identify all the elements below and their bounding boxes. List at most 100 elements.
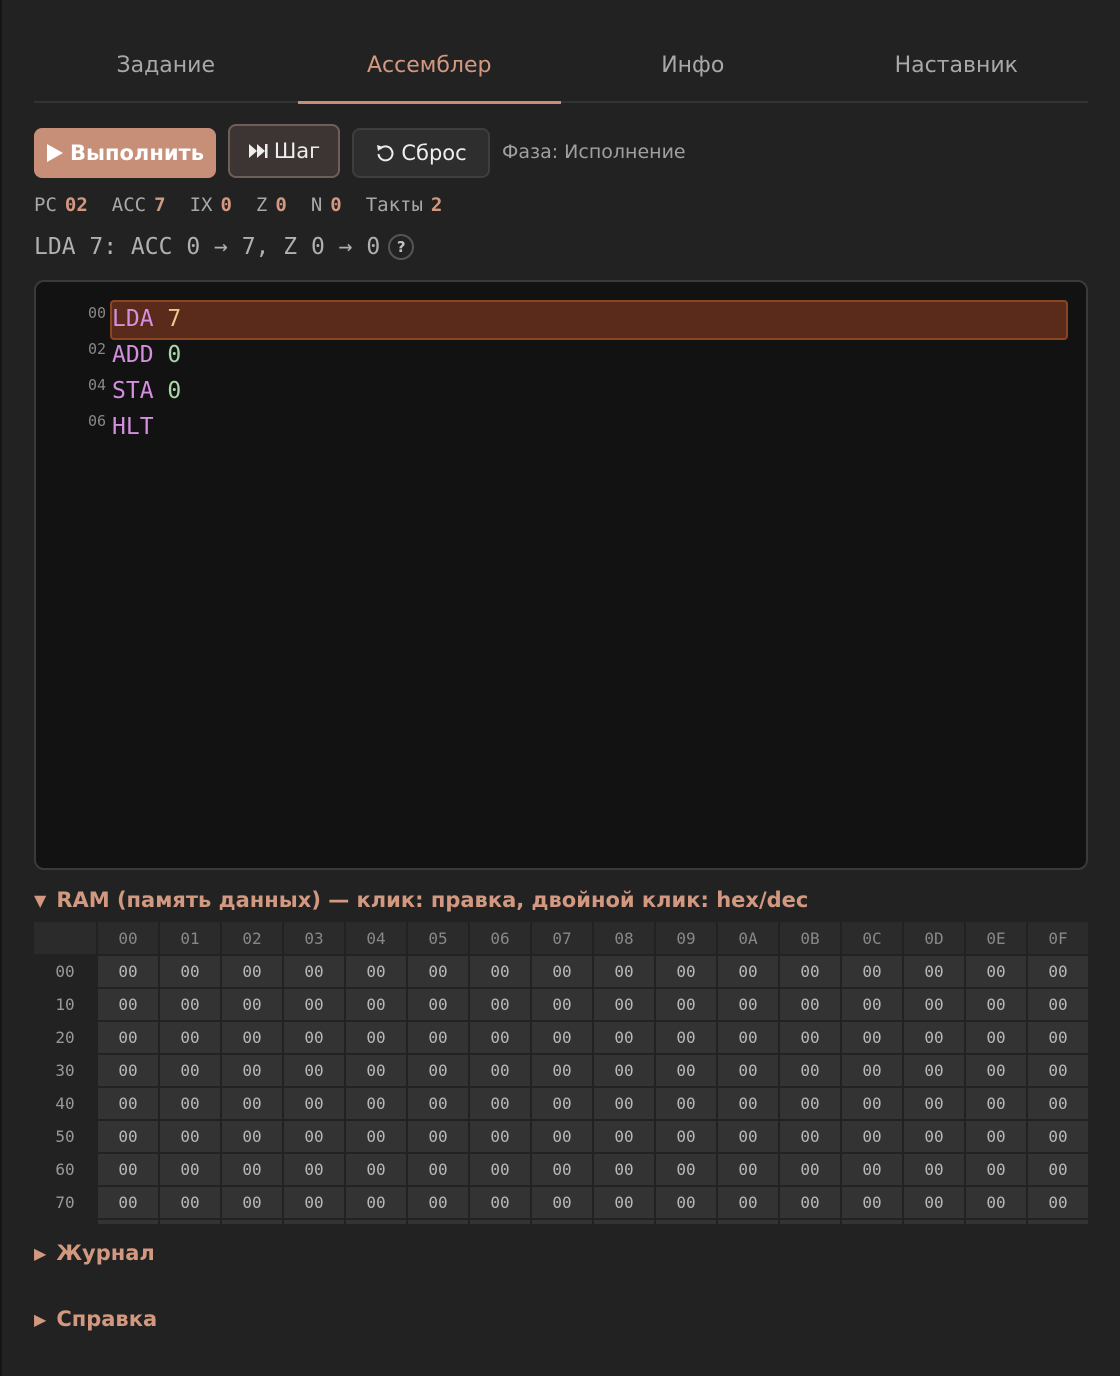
ram-cell[interactable]: 00 <box>346 1022 406 1053</box>
ram-cell[interactable]: 00 <box>346 1055 406 1086</box>
ram-cell[interactable]: 00 <box>532 1022 592 1053</box>
ram-cell[interactable]: 00 <box>780 1187 840 1218</box>
ram-cell[interactable]: 00 <box>408 989 468 1020</box>
ram-cell[interactable]: 00 <box>718 1022 778 1053</box>
ram-cell[interactable]: 00 <box>594 1088 654 1119</box>
code-line[interactable]: 06 HLT <box>36 410 1086 446</box>
ram-cell[interactable]: 00 <box>656 1055 716 1086</box>
ram-cell[interactable]: 00 <box>346 1121 406 1152</box>
ram-cell[interactable]: 00 <box>718 1088 778 1119</box>
ram-cell[interactable]: 00 <box>780 1022 840 1053</box>
ram-cell[interactable]: 00 <box>718 1121 778 1152</box>
ram-cell[interactable]: 00 <box>1028 956 1088 987</box>
ram-cell[interactable]: 00 <box>842 989 902 1020</box>
ram-cell[interactable]: 00 <box>842 1022 902 1053</box>
ram-cell[interactable]: 00 <box>780 1055 840 1086</box>
ram-cell[interactable]: 00 <box>842 1121 902 1152</box>
ram-cell[interactable]: 00 <box>470 1154 530 1185</box>
log-section-toggle[interactable]: ▶ Журнал <box>34 1241 155 1265</box>
ram-cell[interactable]: 00 <box>532 956 592 987</box>
ram-cell[interactable]: 00 <box>98 1187 158 1218</box>
ram-cell[interactable]: 00 <box>1028 1088 1088 1119</box>
ram-cell[interactable]: 00 <box>966 989 1026 1020</box>
tab-mentor[interactable]: Наставник <box>825 30 1089 101</box>
ram-cell[interactable]: 00 <box>222 1121 282 1152</box>
code-line[interactable]: 00 LDA 7 <box>36 300 1086 340</box>
ram-cell[interactable]: 00 <box>346 1088 406 1119</box>
ram-cell[interactable]: 00 <box>780 956 840 987</box>
ram-cell[interactable]: 00 <box>904 989 964 1020</box>
ram-cell[interactable]: 00 <box>1028 1154 1088 1185</box>
ram-cell[interactable]: 00 <box>842 1088 902 1119</box>
ram-cell[interactable]: 00 <box>222 1187 282 1218</box>
ram-cell[interactable]: 00 <box>284 1055 344 1086</box>
ram-cell[interactable]: 00 <box>284 1154 344 1185</box>
ram-cell[interactable]: 00 <box>98 1022 158 1053</box>
ram-cell[interactable]: 00 <box>842 1154 902 1185</box>
ram-cell[interactable]: 00 <box>98 1055 158 1086</box>
ram-cell[interactable]: 00 <box>160 1088 220 1119</box>
ram-cell[interactable]: 00 <box>1028 1121 1088 1152</box>
ram-cell[interactable]: 00 <box>1028 989 1088 1020</box>
ram-cell[interactable]: 00 <box>718 989 778 1020</box>
ram-cell[interactable]: 00 <box>346 956 406 987</box>
ram-cell[interactable]: 00 <box>160 1055 220 1086</box>
reset-button[interactable]: Сброс <box>352 128 490 178</box>
ram-cell[interactable]: 00 <box>98 1088 158 1119</box>
ram-cell[interactable]: 00 <box>656 956 716 987</box>
ram-cell[interactable]: 00 <box>1028 1187 1088 1218</box>
ram-cell[interactable]: 00 <box>408 1121 468 1152</box>
ram-cell[interactable]: 00 <box>656 1154 716 1185</box>
ram-cell[interactable]: 00 <box>408 1187 468 1218</box>
ram-cell[interactable]: 00 <box>160 1121 220 1152</box>
ram-cell[interactable]: 00 <box>904 1154 964 1185</box>
ram-cell[interactable]: 00 <box>966 1022 1026 1053</box>
ram-cell[interactable]: 00 <box>594 956 654 987</box>
ram-cell[interactable]: 00 <box>284 1121 344 1152</box>
ram-cell[interactable]: 00 <box>718 1187 778 1218</box>
ram-cell[interactable]: 00 <box>160 1187 220 1218</box>
ram-cell[interactable]: 00 <box>346 1154 406 1185</box>
ram-cell[interactable]: 00 <box>284 989 344 1020</box>
ram-cell[interactable]: 00 <box>842 956 902 987</box>
ram-cell[interactable]: 00 <box>160 989 220 1020</box>
ram-cell[interactable]: 00 <box>98 1121 158 1152</box>
ram-cell[interactable]: 00 <box>780 1121 840 1152</box>
code-line[interactable]: 02 ADD 0 <box>36 338 1086 374</box>
ram-cell[interactable]: 00 <box>470 1121 530 1152</box>
tab-assembler[interactable]: Ассемблер <box>297 30 562 104</box>
ram-cell[interactable]: 00 <box>842 1055 902 1086</box>
ram-cell[interactable]: 00 <box>222 1055 282 1086</box>
ram-cell[interactable]: 00 <box>470 1055 530 1086</box>
ram-cell[interactable]: 00 <box>966 1187 1026 1218</box>
ram-cell[interactable]: 00 <box>966 1121 1026 1152</box>
ram-cell[interactable]: 00 <box>222 1022 282 1053</box>
ram-cell[interactable]: 00 <box>594 1055 654 1086</box>
ram-cell[interactable]: 00 <box>98 956 158 987</box>
ram-cell[interactable]: 00 <box>98 1154 158 1185</box>
ram-cell[interactable]: 00 <box>718 956 778 987</box>
ram-cell[interactable]: 00 <box>594 989 654 1020</box>
ram-cell[interactable]: 00 <box>222 989 282 1020</box>
ram-cell[interactable]: 00 <box>780 989 840 1020</box>
ram-cell[interactable]: 00 <box>656 1187 716 1218</box>
ram-cell[interactable]: 00 <box>160 1022 220 1053</box>
help-section-toggle[interactable]: ▶ Справка <box>34 1307 157 1331</box>
ram-cell[interactable]: 00 <box>408 956 468 987</box>
ram-cell[interactable]: 00 <box>222 956 282 987</box>
ram-cell[interactable]: 00 <box>780 1088 840 1119</box>
tab-task[interactable]: Задание <box>34 30 298 101</box>
run-button[interactable]: Выполнить <box>34 128 216 178</box>
ram-cell[interactable]: 00 <box>98 989 158 1020</box>
ram-cell[interactable]: 00 <box>966 1055 1026 1086</box>
ram-cell[interactable]: 00 <box>408 1022 468 1053</box>
ram-cell[interactable]: 00 <box>718 1055 778 1086</box>
ram-cell[interactable]: 00 <box>284 956 344 987</box>
ram-cell[interactable]: 00 <box>532 1055 592 1086</box>
ram-cell[interactable]: 00 <box>904 1121 964 1152</box>
ram-cell[interactable]: 00 <box>656 1088 716 1119</box>
ram-cell[interactable]: 00 <box>904 1022 964 1053</box>
ram-cell[interactable]: 00 <box>222 1088 282 1119</box>
ram-cell[interactable]: 00 <box>594 1022 654 1053</box>
ram-cell[interactable]: 00 <box>346 1187 406 1218</box>
